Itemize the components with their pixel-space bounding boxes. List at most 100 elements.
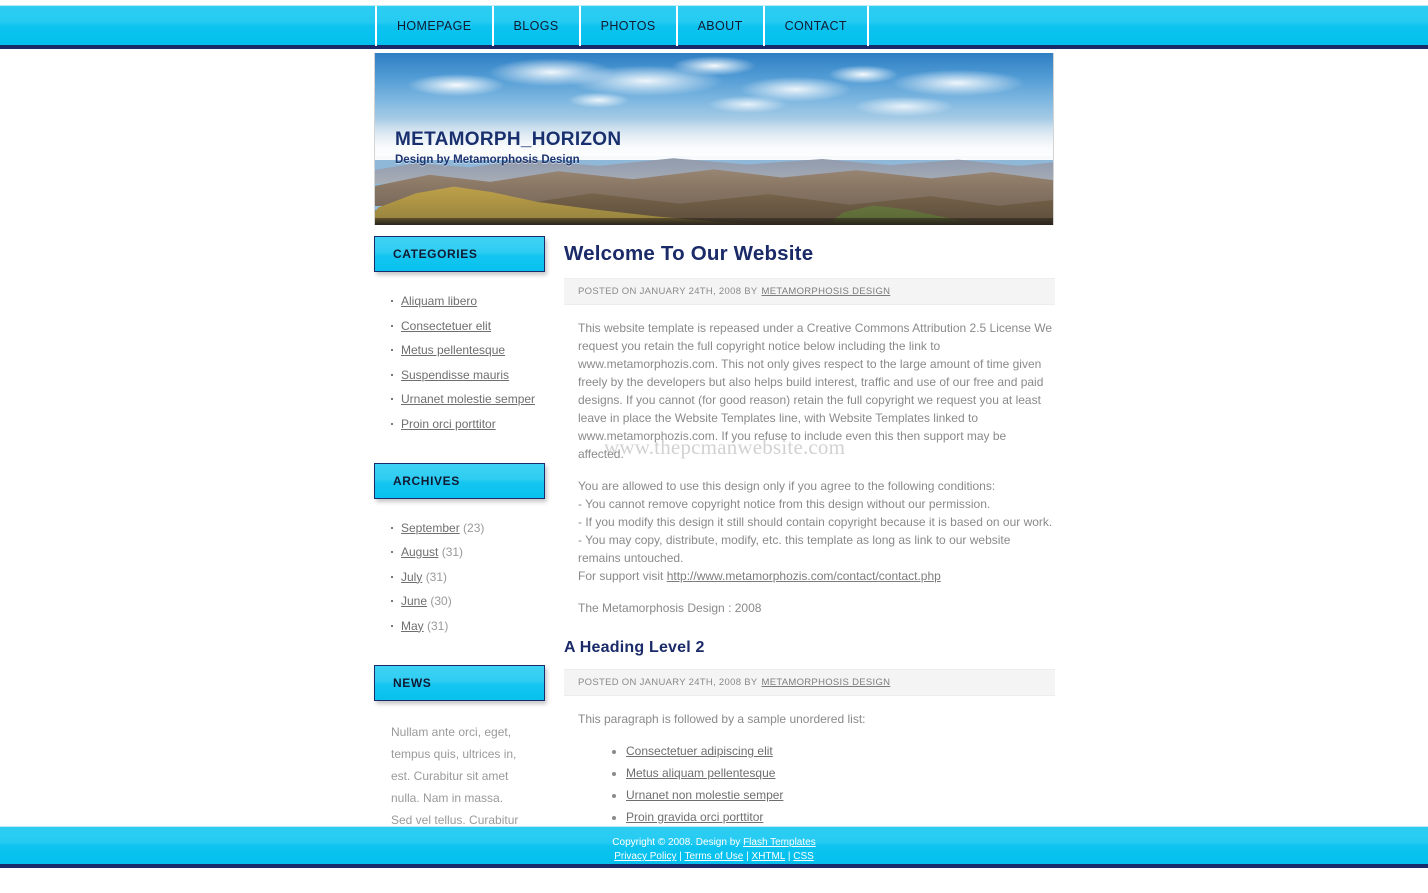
nav-item-homepage[interactable]: HOMEPAGE [375, 6, 494, 46]
sample-link-proin-gravida-orci-porttitor[interactable]: Proin gravida orci porttitor [626, 810, 763, 824]
list-item[interactable]: May (31) [391, 619, 545, 633]
main-menu: HOMEPAGE BLOGS PHOTOS ABOUT CONTACT [375, 6, 869, 46]
footer-separator: | [746, 851, 749, 862]
post-list-intro: This paragraph is followed by a sample u… [578, 712, 866, 726]
archives-heading-label: ARCHIVES [393, 473, 460, 488]
categories-heading-label: CATEGORIES [393, 247, 478, 261]
post-heading-level-2: A Heading Level 2 POSTED ON JANUARY 24TH… [564, 639, 1055, 826]
condition-1: - You cannot remove copyright notice fro… [578, 497, 991, 511]
sample-link-urnanet-non-molestie-semper[interactable]: Urnanet non molestie semper [626, 788, 783, 802]
sidebar-section-news: NEWS Nullam ante orci, eget, tempus quis… [374, 664, 545, 853]
list-item[interactable]: Proin gravida orci porttitor [626, 808, 1055, 826]
nav-link-photos[interactable]: PHOTOS [581, 6, 676, 46]
sidebar-section-archives: ARCHIVES September (23) August (31) July… [374, 462, 545, 633]
post-paragraph-conditions: You are allowed to use this design only … [578, 477, 1055, 585]
archives-heading-box: ARCHIVES [374, 462, 545, 499]
support-prefix: For support visit [578, 569, 664, 583]
header-banner-image: METAMORPH_HORIZON Design by Metamorphosi… [374, 53, 1054, 225]
footer-link-xhtml[interactable]: XHTML [752, 851, 786, 862]
footer-copyright-line: Copyright © 2008. Design by Flash Templa… [0, 836, 1428, 850]
footer-separator: | [787, 851, 791, 862]
archive-count-september: (23) [463, 520, 485, 535]
page-title: Welcome To Our Website [564, 242, 814, 265]
conditions-intro: You are allowed to use this design only … [578, 479, 996, 493]
list-item[interactable]: Consectetuer adipiscing elit [626, 742, 1055, 760]
nav-link-blogs[interactable]: BLOGS [494, 6, 579, 46]
sample-link-metus-aliquam-pellentesque[interactable]: Metus aliquam pellentesque [626, 766, 775, 780]
site-subtitle: Design by Metamorphosis Design [395, 154, 580, 166]
list-item[interactable]: Suspendisse mauris [391, 368, 545, 382]
list-item[interactable]: Consectetuer elit [391, 319, 545, 333]
category-link-proin-orci-porttitor[interactable]: Proin orci porttitor [401, 417, 496, 431]
archive-link-july[interactable]: July [401, 570, 422, 584]
section-title: A Heading Level 2 [564, 639, 705, 656]
category-link-metus-pellentesque[interactable]: Metus pellentesque [401, 343, 505, 357]
list-item[interactable]: Metus aliquam pellentesque [626, 764, 1055, 782]
nav-link-about[interactable]: ABOUT [678, 6, 763, 46]
banner-foreground-shadow [375, 218, 1053, 225]
post-meta-prefix: POSTED ON JANUARY 24TH, 2008 BY [578, 286, 758, 297]
archive-link-may[interactable]: May [401, 619, 424, 633]
post-body-heading2: This paragraph is followed by a sample u… [564, 710, 1055, 826]
footer-separator: | [679, 851, 682, 862]
list-item[interactable]: Proin orci porttitor [391, 417, 545, 431]
post-meta-prefix: POSTED ON JANUARY 24TH, 2008 BY [578, 677, 758, 688]
archive-count-june: (30) [430, 594, 452, 608]
list-item[interactable]: Aliquam libero [391, 294, 545, 308]
list-item[interactable]: July (31) [391, 570, 545, 584]
footer-designer-link[interactable]: Flash Templates [743, 837, 816, 848]
nav-item-blogs[interactable]: BLOGS [494, 6, 581, 46]
post-signature: The Metamorphosis Design : 2008 [578, 601, 762, 615]
categories-list: Aliquam libero Consectetuer elit Metus p… [374, 294, 545, 431]
archive-count-august: (31) [441, 545, 464, 559]
support-contact-link[interactable]: http://www.metamorphozis.com/contact/con… [667, 569, 941, 583]
category-link-suspendisse-mauris[interactable]: Suspendisse mauris [401, 368, 509, 382]
footer-copyright-text: Copyright © 2008. Design by [612, 837, 741, 848]
archive-link-september[interactable]: September [401, 521, 460, 535]
sidebar-section-categories: CATEGORIES Aliquam libero Consectetuer e… [374, 236, 545, 431]
categories-heading-box: CATEGORIES [374, 236, 545, 272]
list-item[interactable]: September (23) [391, 521, 545, 535]
post-meta-heading2: POSTED ON JANUARY 24TH, 2008 BY METAMORP… [564, 669, 1055, 696]
nav-item-photos[interactable]: PHOTOS [581, 6, 678, 46]
list-item[interactable]: Urnanet non molestie semper [626, 786, 1055, 804]
footer-link-privacy-policy[interactable]: Privacy Policy [614, 851, 676, 862]
sample-unordered-list: Consectetuer adipiscing elit Metus aliqu… [578, 742, 1055, 826]
nav-link-homepage[interactable]: HOMEPAGE [377, 6, 492, 46]
post-body-welcome: This website template is repeased under … [564, 319, 1055, 617]
list-item[interactable]: Metus pellentesque [391, 343, 545, 357]
banner-title-block: METAMORPH_HORIZON Design by Metamorphosi… [395, 129, 621, 166]
archives-list: September (23) August (31) July (31) Jun… [374, 521, 545, 633]
post-meta-welcome: POSTED ON JANUARY 24TH, 2008 BY METAMORP… [564, 278, 1055, 305]
site-title: METAMORPH_HORIZON [395, 129, 622, 150]
condition-2: - If you modify this design it still sho… [578, 515, 1053, 529]
archive-count-july: (31) [425, 569, 448, 584]
page-root: HOMEPAGE BLOGS PHOTOS ABOUT CONTACT META… [0, 0, 1428, 893]
category-link-urnanet-molestie-semper[interactable]: Urnanet molestie semper [401, 392, 535, 406]
news-heading-box: NEWS [374, 664, 545, 701]
post-author-link[interactable]: METAMORPHOSIS DESIGN [761, 677, 890, 688]
archive-link-august[interactable]: August [401, 545, 438, 559]
list-item[interactable]: August (31) [391, 545, 545, 559]
main-content: Welcome To Our Website POSTED ON JANUARY… [564, 236, 1055, 830]
post-welcome: Welcome To Our Website POSTED ON JANUARY… [564, 242, 1055, 617]
sample-link-consectetuer-adipiscing-elit[interactable]: Consectetuer adipiscing elit [626, 744, 773, 758]
list-item[interactable]: Urnanet molestie semper [391, 392, 545, 406]
category-link-aliquam-libero[interactable]: Aliquam libero [401, 294, 477, 308]
sidebar: CATEGORIES Aliquam libero Consectetuer e… [374, 236, 545, 885]
post-author-link[interactable]: METAMORPHOSIS DESIGN [761, 286, 890, 297]
condition-3: - You may copy, distribute, modify, etc.… [578, 533, 1011, 565]
top-navigation-bar: HOMEPAGE BLOGS PHOTOS ABOUT CONTACT [0, 5, 1428, 49]
post-paragraph-license: This website template is repeased under … [578, 321, 1053, 461]
news-heading-label: NEWS [393, 675, 432, 690]
nav-link-contact[interactable]: CONTACT [765, 6, 867, 46]
nav-item-contact[interactable]: CONTACT [765, 6, 869, 46]
archive-count-may: (31) [427, 618, 449, 633]
list-item[interactable]: June (30) [391, 594, 545, 608]
site-footer: Copyright © 2008. Design by Flash Templa… [0, 826, 1428, 868]
footer-link-css[interactable]: CSS [793, 851, 814, 862]
nav-item-about[interactable]: ABOUT [678, 6, 765, 46]
footer-link-terms-of-use[interactable]: Terms of Use [684, 851, 743, 862]
archive-link-june[interactable]: June [401, 594, 427, 608]
category-link-consectetuer-elit[interactable]: Consectetuer elit [401, 319, 491, 333]
